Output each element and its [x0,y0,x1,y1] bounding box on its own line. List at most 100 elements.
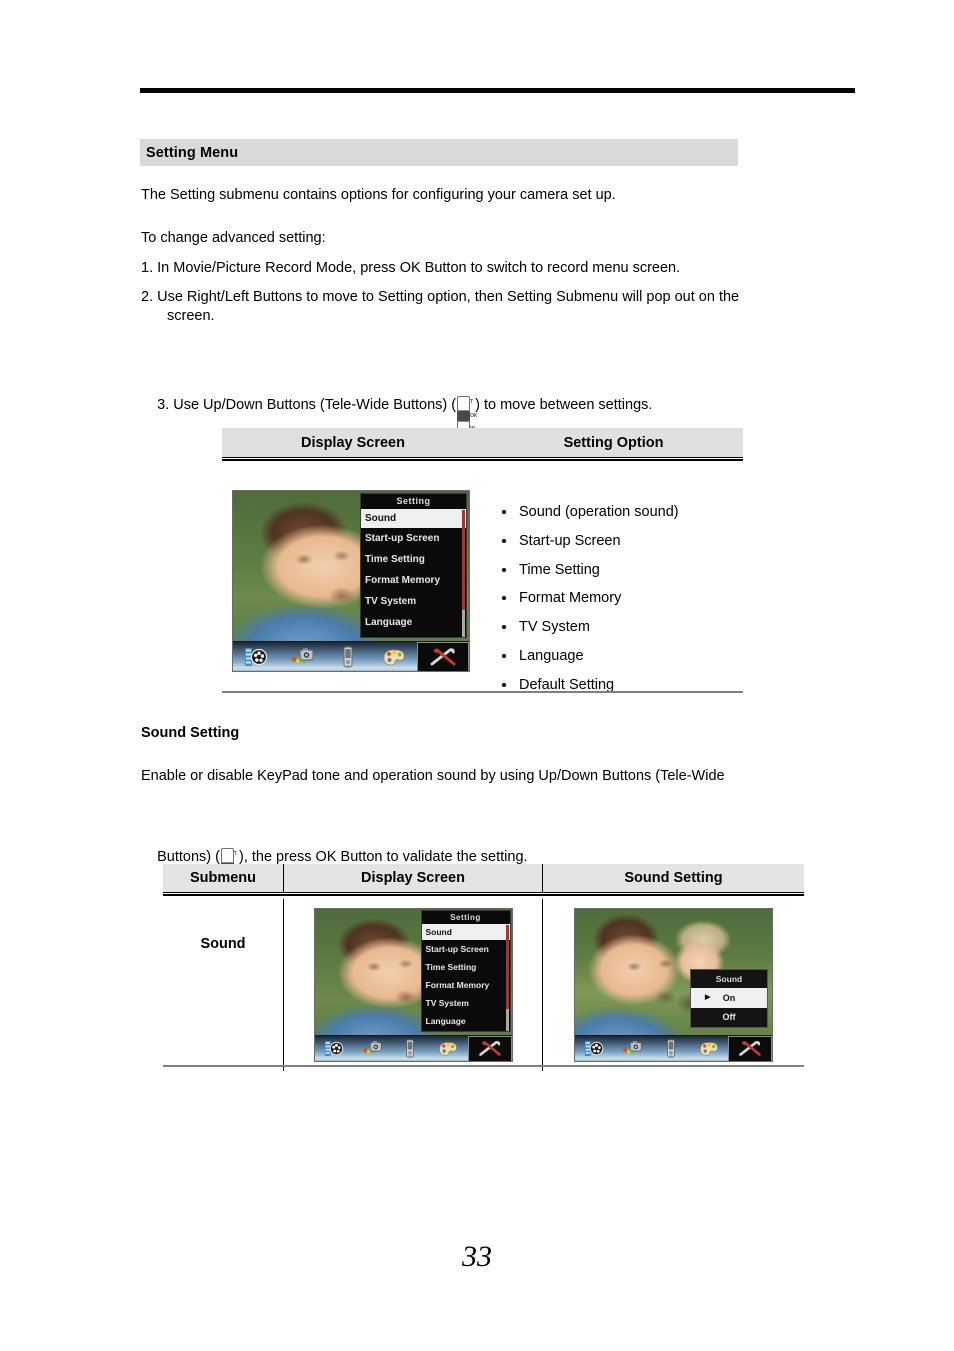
header-rule [140,88,855,93]
setting-mode-icon[interactable] [467,1035,512,1061]
picture-mode-glyph [622,1041,643,1054]
camera-lcd-setting-menu-small: Setting Sound Start-up Screen Time Setti… [313,908,513,1062]
rocker-ok-label: OK [470,413,478,419]
lcd-menu-item-startup-screen[interactable]: Start-up Screen [422,940,510,958]
lcd-setting-submenu: Setting Sound Start-up Screen Time Setti… [360,493,467,638]
playback-mode-glyph [406,1039,414,1058]
playback-mode-icon[interactable] [325,642,371,671]
picture-mode-icon[interactable] [279,642,325,671]
setting-mode-glyph [430,647,456,665]
setting-mode-icon[interactable] [417,641,469,671]
to-change-label: To change advanced setting: [141,230,326,246]
step-2: 2. Use Right/Left Buttons to move to Set… [141,288,841,326]
lcd-menu-item-format-memory[interactable]: Format Memory [422,976,510,994]
movie-mode-icon[interactable] [575,1036,613,1061]
camera-lcd-setting-menu: Setting Sound Start-up Screen Time Setti… [232,490,470,672]
lcd-mode-toolbar [575,1035,772,1061]
picture-mode-icon[interactable] [613,1036,651,1061]
lcd-submenu-scrollbar-thumb[interactable] [505,925,509,1009]
lcd-menu-item-time-setting[interactable]: Time Setting [422,958,510,976]
sound-table-bottom-rule [163,1065,804,1067]
intro-paragraph: The Setting submenu contains options for… [141,187,616,203]
lcd-mode-toolbar [233,641,469,671]
step-3-text-before: 3. Use Up/Down Buttons (Tele-Wide Button… [157,397,457,413]
lcd-menu-item-time-setting[interactable]: Time Setting [361,549,466,570]
selection-arrow-icon: ▶ [705,994,711,1001]
movie-mode-glyph [245,647,268,666]
sound-setting-line-2-post: ), the press OK Button to validate the s… [238,849,528,865]
sound-setting-line-2-pre: Buttons) ( [157,849,220,865]
playback-mode-glyph [343,646,353,667]
setting-table-bottom-rule [222,691,743,693]
playback-mode-icon[interactable] [391,1036,429,1061]
lcd-mode-toolbar [314,1035,512,1061]
effect-mode-glyph [439,1042,458,1056]
step-3-text-after: ) to move between settings. [475,397,653,413]
lcd-sound-popup: Sound ▶ On Off [690,969,768,1028]
list-item: Format Memory [497,584,743,613]
movie-mode-glyph [324,1041,343,1056]
lcd-submenu-scrollbar[interactable] [462,510,465,637]
list-item: Default Setting [497,671,743,700]
lcd-menu-item-sound[interactable]: Sound [361,509,466,528]
movie-mode-icon[interactable] [233,642,279,671]
setting-mode-icon[interactable] [728,1035,772,1061]
playback-mode-icon[interactable] [652,1036,690,1061]
picture-mode-icon[interactable] [353,1036,391,1061]
lcd-menu-item-tv-system[interactable]: TV System [361,591,466,612]
rocker-top-label: T [470,399,474,405]
header-display-screen: Display Screen [284,864,543,892]
lcd-setting-submenu: Setting Sound Start-up Screen Time Setti… [420,910,511,1032]
lcd-menu-item-language[interactable]: Language [361,612,466,633]
picture-mode-glyph [361,1041,382,1054]
table-row: Sound Setting Sound Start-up Screen Time… [163,899,804,1071]
setting-table-header-row: Display Screen Setting Option [222,428,743,458]
lcd-sound-option-on[interactable]: ▶ On [691,988,767,1008]
effect-mode-glyph [383,649,405,665]
lcd-menu-item-tv-system[interactable]: TV System [422,994,510,1012]
setting-mode-glyph [478,1040,501,1056]
movie-mode-glyph [584,1041,604,1056]
section-heading-bar: Setting Menu [140,139,738,166]
step-2-line-1: 2. Use Right/Left Buttons to move to Set… [141,289,740,305]
camera-lcd-sound-setting: Sound ▶ On Off [574,908,773,1062]
lcd-sound-option-off[interactable]: Off [691,1008,767,1027]
sound-table-header-row: Submenu Display Screen Sound Setting [163,864,804,893]
lcd-submenu-scrollbar-thumb[interactable] [462,510,465,610]
effect-mode-icon[interactable] [371,642,417,671]
effect-mode-icon[interactable] [429,1036,467,1061]
lcd-sound-popup-title: Sound [691,970,767,988]
header-setting-option: Setting Option [563,434,664,451]
list-item: Start-up Screen [497,527,743,556]
setting-option-table: Display Screen Setting Option Setting So… [222,428,743,700]
list-item: TV System [497,613,743,642]
lcd-menu-item-language[interactable]: Language [422,1012,510,1030]
setting-options-list: Sound (operation sound) Start-up Screen … [497,498,743,700]
lcd-menu-item-format-memory[interactable]: Format Memory [361,570,466,591]
lcd-submenu-scrollbar[interactable] [505,925,509,1031]
setting-table-body-row: Setting Sound Start-up Screen Time Setti… [222,464,743,700]
lcd-sound-option-on-label: On [722,993,736,1003]
sound-row-display-screen-cell: Setting Sound Start-up Screen Time Setti… [284,899,543,1071]
page-title: Setting Menu [146,144,239,161]
effect-mode-icon[interactable] [690,1036,728,1061]
picture-mode-glyph [290,647,314,663]
page-number: 33 [462,1240,492,1273]
lcd-sound-option-off-label: Off [722,1012,736,1022]
rocker-top-label: T [233,851,238,857]
sound-row-label-cell: Sound [163,899,284,1071]
lcd-menu-item-startup-screen[interactable]: Start-up Screen [361,528,466,549]
header-submenu: Submenu [163,864,284,892]
list-item: Language [497,642,743,671]
header-sound-setting: Sound Setting [624,870,723,886]
list-item: Time Setting [497,556,743,585]
submenu-label-sound: Sound [200,936,246,952]
lcd-menu-item-sound[interactable]: Sound [421,924,510,940]
step-1: 1. In Movie/Picture Record Mode, press O… [141,260,681,276]
step-2-line-2: screen. [167,308,215,324]
lcd-submenu-title: Setting [421,911,510,924]
movie-mode-icon[interactable] [315,1036,353,1061]
sound-setting-line-1: Enable or disable KeyPad tone and operat… [141,768,725,784]
setting-options-cell: Sound (operation sound) Start-up Screen … [497,490,743,700]
manual-page: Setting Menu The Setting submenu contain… [0,0,954,1351]
